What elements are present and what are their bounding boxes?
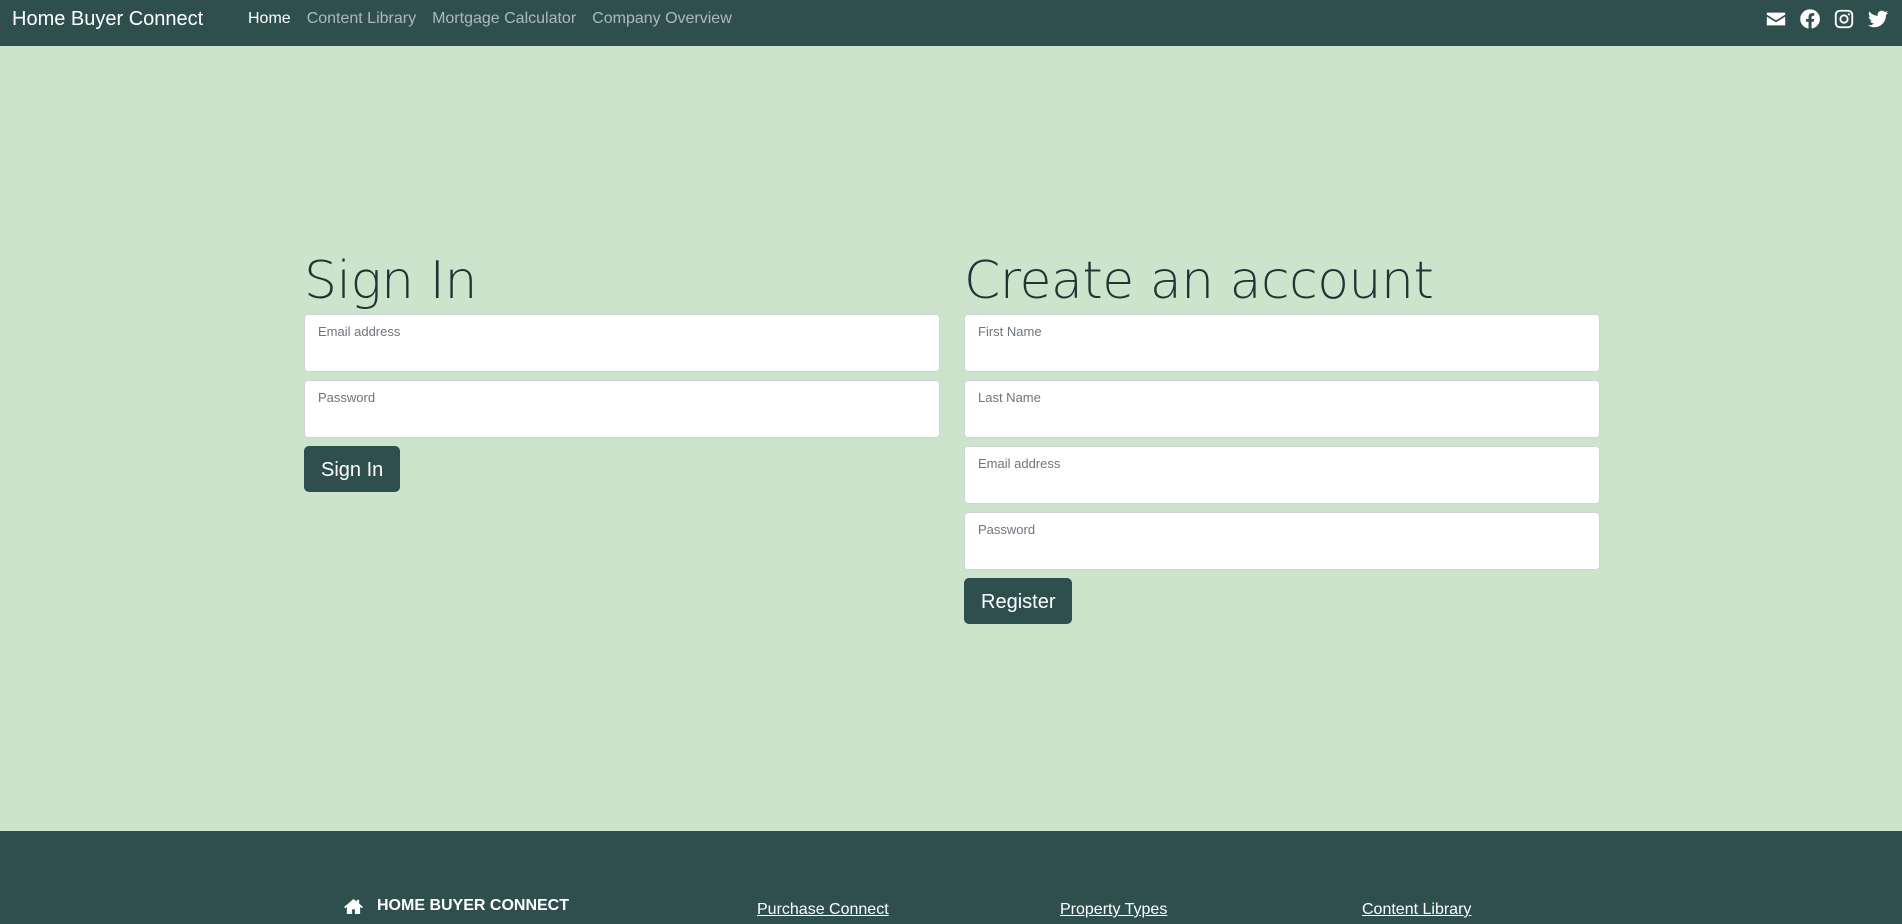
register-button[interactable]: Register [964,578,1073,624]
register-email-input[interactable] [977,477,1585,497]
signin-email-label: Email address [318,324,401,339]
social-links [1764,0,1890,38]
last-name-input[interactable] [977,411,1585,431]
home-icon [344,898,363,914]
first-name-input[interactable] [977,345,1585,365]
footer-brand-label: HOME BUYER CONNECT [377,897,570,914]
signin-email-field[interactable]: Email address [304,314,940,372]
footer-brand: HOME BUYER CONNECT [344,897,569,915]
register-password-label: Password [978,522,1036,537]
footer-link-purchase-connect[interactable]: Purchase Connect [757,901,889,919]
signin-section: Sign In Email address Password Sign In [304,250,940,492]
facebook-icon[interactable] [1798,7,1822,31]
instagram-icon[interactable] [1832,7,1856,31]
twitter-icon[interactable] [1866,7,1890,31]
footer: HOME BUYER CONNECT Purchase Connect Prop… [0,831,1902,924]
signin-password-field[interactable]: Password [304,380,940,438]
first-name-label: First Name [978,324,1042,339]
signin-heading: Sign In [304,251,477,311]
register-email-label: Email address [978,456,1061,471]
signin-email-input[interactable] [317,345,925,365]
nav-link-home[interactable]: Home [248,10,291,28]
top-navbar: Home Buyer Connect Home Content Library … [0,0,1902,46]
envelope-icon[interactable] [1764,7,1788,31]
footer-link-content-library[interactable]: Content Library [1362,901,1471,919]
signin-button[interactable]: Sign In [304,446,401,492]
register-section: Create an account First Name Last Name E… [964,250,1600,624]
register-heading: Create an account [964,251,1434,311]
signin-password-label: Password [318,390,376,405]
register-email-field[interactable]: Email address [964,446,1600,504]
register-password-field[interactable]: Password [964,512,1600,570]
register-password-input[interactable] [977,543,1585,563]
nav-link-company-overview[interactable]: Company Overview [592,10,732,28]
brand-link[interactable]: Home Buyer Connect [12,0,203,38]
footer-link-property-types[interactable]: Property Types [1060,901,1167,919]
signin-password-input[interactable] [317,411,925,431]
nav-links: Home Content Library Mortgage Calculator… [248,0,748,38]
main-content: Sign In Email address Password Sign In C… [0,46,1902,831]
nav-link-mortgage-calculator[interactable]: Mortgage Calculator [432,10,576,28]
last-name-label: Last Name [978,390,1041,405]
first-name-field[interactable]: First Name [964,314,1600,372]
nav-link-content-library[interactable]: Content Library [307,10,416,28]
last-name-field[interactable]: Last Name [964,380,1600,438]
